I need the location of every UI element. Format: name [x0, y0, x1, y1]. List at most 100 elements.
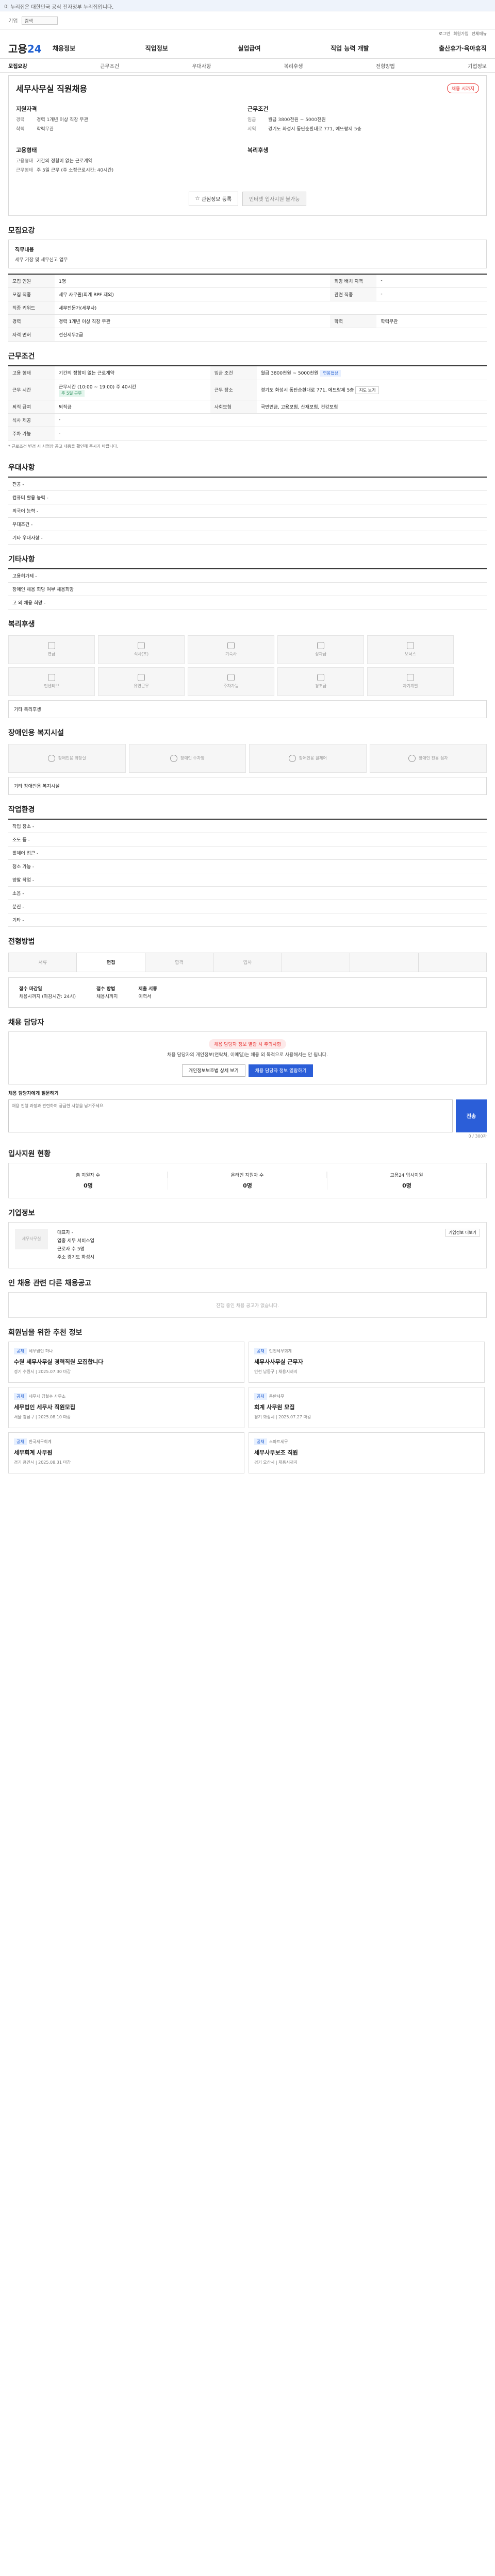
header-link[interactable]: 기업	[8, 16, 18, 24]
job-company: 스마트세무	[269, 1439, 288, 1445]
row-value: 세무전문가(세무사)	[55, 301, 487, 315]
table-row: 소음 -	[8, 886, 487, 900]
gnb-item[interactable]: 출산휴가·육아휴직	[439, 44, 487, 53]
welfare-label: 기숙사	[225, 652, 237, 657]
signup-link[interactable]: 회원가입	[453, 31, 468, 37]
table-row: 작업 장소 -	[8, 819, 487, 833]
search-input[interactable]: 검색	[22, 16, 58, 25]
process-step: 면접	[77, 953, 145, 972]
job-title[interactable]: 수원 세무사무실 경력직원 모집합니다	[14, 1358, 239, 1366]
job-company: 인천세무회계	[269, 1349, 292, 1354]
row-key: 자격 면허	[8, 328, 55, 342]
job-title[interactable]: 회계 사무원 모집	[254, 1403, 479, 1411]
company-info-row: 주소 경기도 화성시	[57, 1255, 94, 1261]
process-step: 입사	[213, 953, 282, 972]
stat-item: 온라인 지원자 수 0명	[168, 1171, 327, 1190]
row-text: 청소 가능 -	[8, 859, 487, 873]
welfare-icon	[138, 674, 145, 682]
table-row: 외국어 능력 -	[8, 504, 487, 518]
welfare-icon	[138, 642, 145, 650]
tab-welfare[interactable]: 복리후생	[284, 62, 303, 70]
bookmark-button[interactable]: ☆ 관심정보 등록	[188, 191, 239, 206]
table-row: 양팔 작업 -	[8, 873, 487, 887]
gov-notice-text: 이 누리집은 대한민국 공식 전자정부 누리집입니다.	[4, 5, 114, 10]
welfare-label: 주차가능	[223, 684, 239, 689]
job-meta: 경기 용인시 | 2025.08.31 마감	[14, 1460, 71, 1465]
deadline-badge: 채용 시까지	[447, 83, 479, 93]
welfare-card: 기숙사	[188, 635, 274, 664]
table-row: 경력 경력 1개년 이상 직장 무관 학력 학력무관	[8, 314, 487, 328]
facility-card: 장애인용 화장실	[8, 743, 126, 773]
gnb-item[interactable]: 실업급여	[238, 44, 260, 53]
recommended-job-card[interactable]: 공채 스마트세무 세무사무보조 직원 경기 오산시 | 채용시까지	[249, 1432, 485, 1474]
stat-item: 고용24 입사지원 0명	[327, 1171, 486, 1190]
recommended-job-card[interactable]: 공채 세무법인 하나 수원 세무사무실 경력직원 모집합니다 경기 수원시 | 202…	[8, 1342, 244, 1383]
map-button[interactable]: 지도 보기	[355, 386, 380, 395]
send-button[interactable]: 전송	[456, 1099, 487, 1132]
table-row: 분진 -	[8, 900, 487, 913]
recommended-job-card[interactable]: 공채 인천세무회계 세무사사무실 근무자 인천 남동구 | 채용시까지	[249, 1342, 485, 1383]
job-title[interactable]: 세무사사무실 근무자	[254, 1358, 479, 1366]
type-heading: 고용형태	[16, 147, 37, 154]
row-key: 희망 배치 지역	[330, 274, 377, 288]
job-title[interactable]: 세무법인 세무사 직원모집	[14, 1403, 239, 1411]
row-text: 양팔 작업 -	[8, 873, 487, 887]
row-value: 세무 사무원(회계 BPF 제외)	[55, 287, 331, 301]
tab-work[interactable]: 근무조건	[100, 62, 119, 70]
view-contact-button[interactable]: 채용 담당자 정보 열람하기	[248, 1064, 314, 1077]
row-text: 고용허가제 -	[8, 568, 487, 583]
welfare-card: 연금	[8, 635, 95, 664]
table-row: 휠체어 접근 -	[8, 846, 487, 860]
privacy-law-button[interactable]: 개인정보보호법 상세 보기	[182, 1064, 245, 1077]
process-step: 합격	[145, 953, 214, 972]
gnb-item[interactable]: 채용정보	[53, 44, 75, 53]
recommended-job-card[interactable]: 공채 한국세무회계 세무회계 사무원 경기 용인시 | 2025.08.31 마감	[8, 1432, 244, 1474]
facility-card: 장애인 주차장	[128, 743, 246, 773]
facility-icon	[288, 754, 296, 762]
table-row: 직종 키워드 세무전문가(세무사)	[8, 301, 487, 315]
etc-section: 기타사항 고용허가제 - 장애인 채용 희망 여부 채용희망 고 외 채용 희망 -	[0, 545, 495, 609]
gnb-item[interactable]: 직업 능력 개발	[331, 44, 369, 53]
table-row: 청소 가능 -	[8, 859, 487, 873]
table-row: 고 외 채용 희망 -	[8, 596, 487, 609]
table-row: 고용허가제 -	[8, 568, 487, 583]
apply-button[interactable]: 인터넷 입사지원 불가능	[242, 191, 307, 206]
row-text: 작업 장소 -	[8, 819, 487, 833]
company-more-button[interactable]: 기업정보 더보기	[444, 1228, 480, 1236]
row-value: 전산세무2급	[55, 328, 487, 342]
tab-company[interactable]: 기업정보	[468, 62, 487, 70]
recommended-job-card[interactable]: 공채 세무사 김철수 사무소 세무법인 세무사 직원모집 서울 강남구 | 2025.…	[8, 1387, 244, 1429]
site-logo[interactable]: 고용24	[8, 41, 53, 56]
welfare-label: 보너스	[404, 652, 417, 657]
table-row: 모집 직종 세무 사무원(회계 BPF 제외) 관련 직종 -	[8, 287, 487, 301]
welfare-label: 성과급	[315, 652, 327, 657]
process-step	[350, 953, 419, 972]
row-text: 외국어 능력 -	[8, 504, 487, 518]
question-input[interactable]	[8, 1099, 453, 1132]
company-info-row: 대표자 -	[57, 1230, 73, 1235]
recommended-job-card[interactable]: 공채 동탄세무 회계 사무원 모집 경기 화성시 | 2025.07.27 마감	[249, 1387, 485, 1429]
welfare-card: 경조금	[277, 667, 364, 696]
job-title[interactable]: 세무회계 사무원	[14, 1448, 239, 1456]
welfare-label: 유연근무	[134, 684, 149, 689]
welfare-icon	[317, 674, 324, 682]
gnb-item[interactable]: 직업정보	[145, 44, 168, 53]
tab-process[interactable]: 전형방법	[376, 62, 395, 70]
row-text: 장애인 채용 희망 여부 채용희망	[8, 582, 487, 596]
table-row: 컴퓨터 활용 능력 -	[8, 490, 487, 504]
tab-pref[interactable]: 우대사항	[192, 62, 211, 70]
recruit-table: 모집 인원 1명 희망 배치 지역 - 모집 직종 세무 사무원(회계 BPF 제외) 관련…	[8, 273, 487, 342]
company-info-row: 업종 세무 서비스업	[57, 1238, 94, 1244]
welfare-card: 유연근무	[98, 667, 185, 696]
company-info-row: 근로자 수 5명	[57, 1247, 85, 1252]
login-link[interactable]: 로그인	[439, 31, 450, 37]
welfare-label: 연금	[47, 652, 56, 657]
job-title[interactable]: 세무사무보조 직원	[254, 1448, 479, 1456]
row-text: 기타 우대사항 -	[8, 531, 487, 545]
welfare-icon	[227, 642, 235, 650]
all-menu-link[interactable]: 전체메뉴	[472, 31, 487, 37]
table-row: 장애인 채용 희망 여부 채용희망	[8, 582, 487, 596]
welfare-label: 자기계발	[403, 684, 418, 689]
row-key: 모집 인원	[8, 274, 55, 288]
tab-recruit[interactable]: 모집요강	[8, 62, 27, 70]
